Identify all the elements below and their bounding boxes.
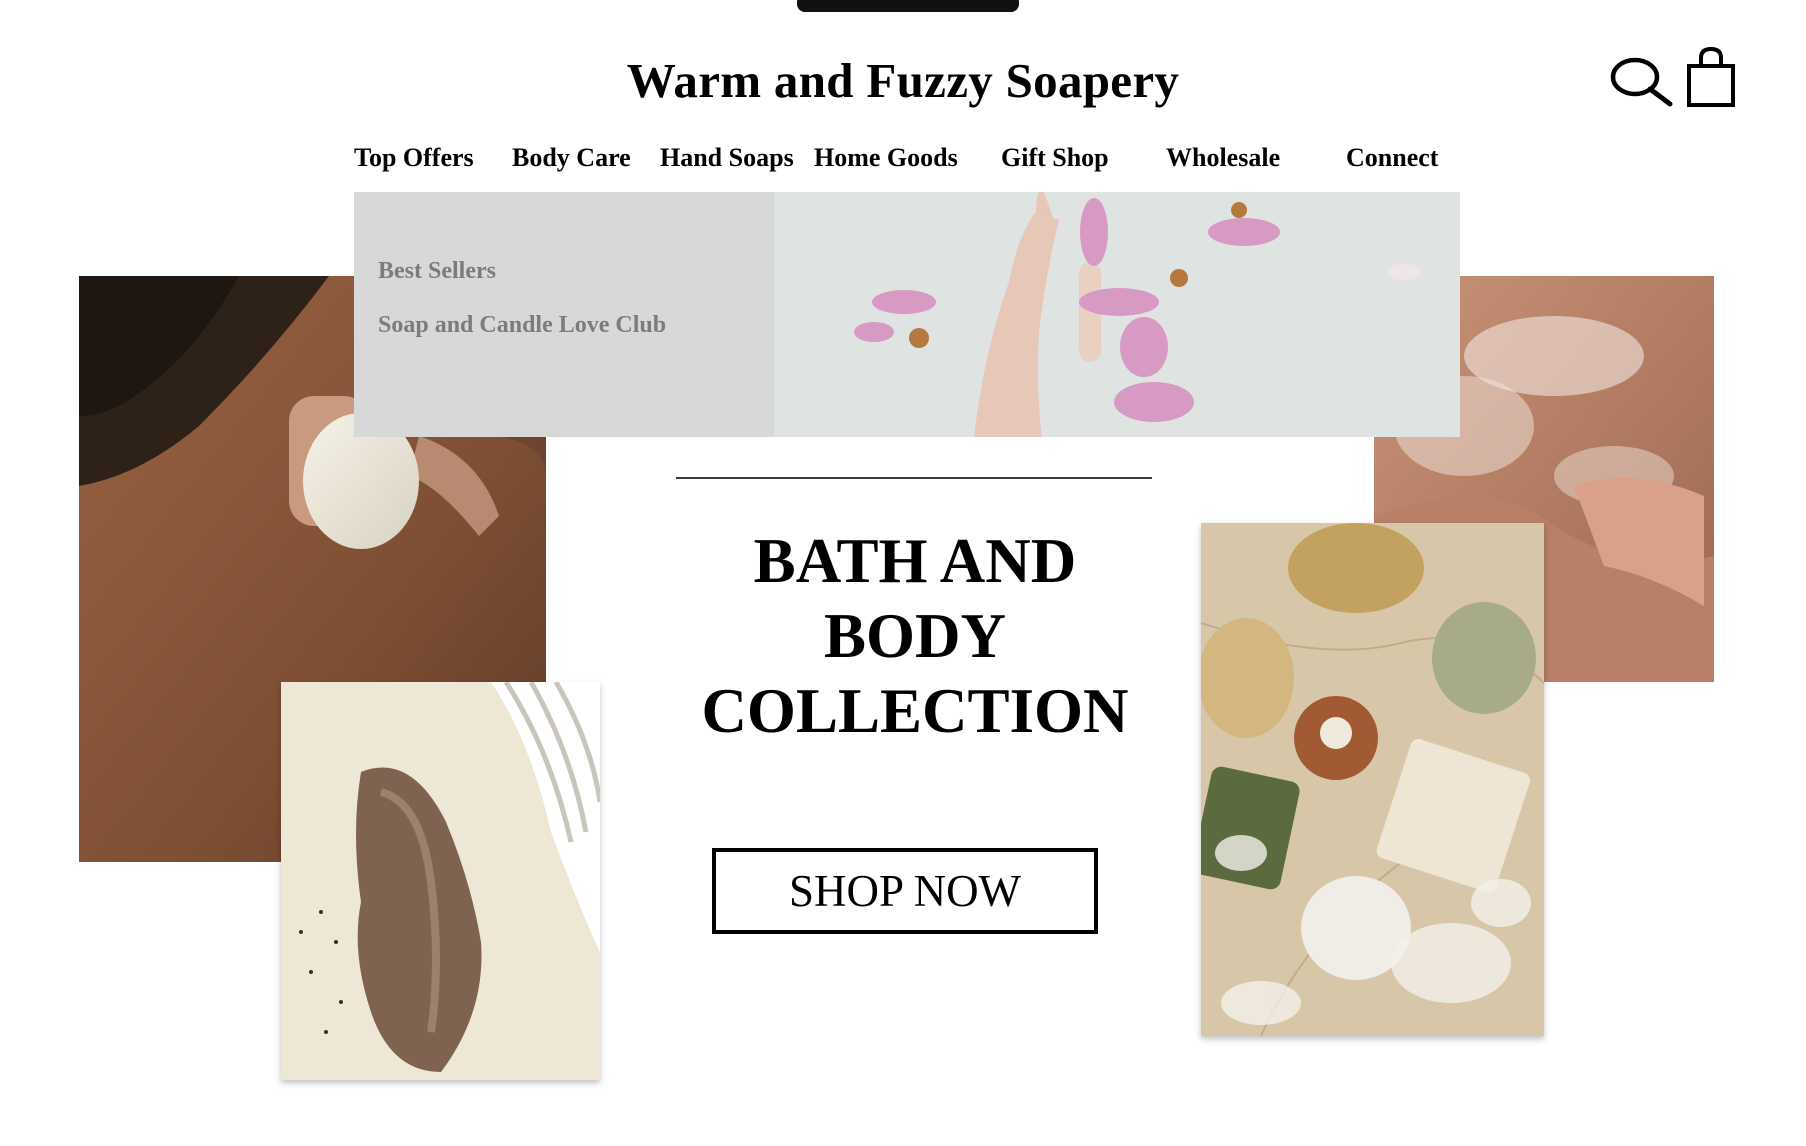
dropdown-best-sellers[interactable]: Best Sellers — [378, 258, 496, 285]
dropdown-soap-candle-club[interactable]: Soap and Candle Love Club — [378, 312, 666, 339]
nav-connect[interactable]: Connect — [1346, 143, 1438, 173]
headline-line-1: BATH AND — [753, 526, 1077, 596]
hero-divider — [676, 477, 1152, 479]
shopping-bag-icon — [1687, 46, 1735, 107]
hero-headline: BATH AND BODY COLLECTION — [640, 524, 1190, 749]
brand-title[interactable]: Warm and Fuzzy Soapery — [0, 52, 1806, 109]
nav-hand-soaps[interactable]: Hand Soaps — [660, 143, 794, 173]
nav-gift-shop[interactable]: Gift Shop — [1001, 143, 1109, 173]
cart-button[interactable] — [1686, 46, 1736, 108]
scrub-photo — [281, 682, 600, 1080]
top-tab — [797, 0, 1019, 12]
search-button[interactable] — [1608, 52, 1674, 112]
headline-line-3: COLLECTION — [701, 676, 1129, 746]
flowers-hand-photo — [774, 192, 1460, 437]
search-icon — [1610, 57, 1673, 107]
soaps-sponges-photo — [1201, 523, 1544, 1036]
nav-wholesale[interactable]: Wholesale — [1166, 143, 1280, 173]
top-offers-dropdown: Best Sellers Soap and Candle Love Club — [354, 192, 1460, 437]
shop-now-button[interactable]: SHOP NOW — [712, 848, 1098, 934]
nav-body-care[interactable]: Body Care — [512, 143, 631, 173]
nav-home-goods[interactable]: Home Goods — [814, 143, 958, 173]
nav-top-offers[interactable]: Top Offers — [354, 143, 474, 173]
headline-line-2: BODY — [823, 601, 1007, 671]
